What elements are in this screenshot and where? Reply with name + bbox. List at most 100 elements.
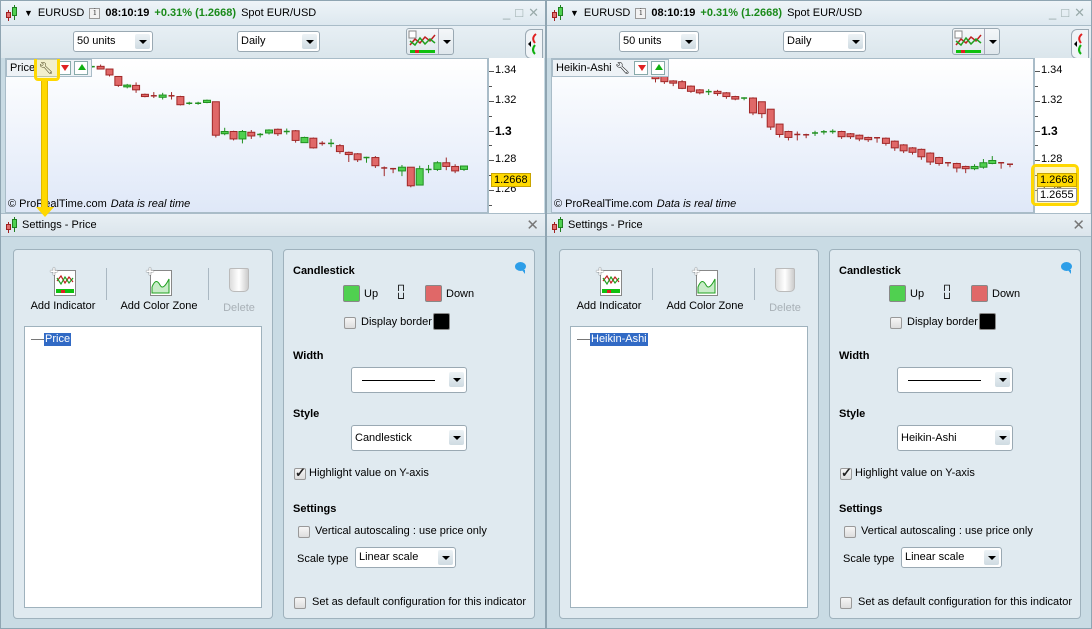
- move-down-icon[interactable]: [633, 61, 648, 75]
- move-up-icon[interactable]: [650, 61, 665, 75]
- chevron-down-icon[interactable]: [449, 372, 464, 387]
- move-up-icon[interactable]: [74, 61, 89, 75]
- add-color-zone-button[interactable]: + Add Color Zone: [664, 264, 746, 312]
- info-icon[interactable]: i: [89, 7, 101, 19]
- settings-title: Settings - Price: [568, 219, 643, 231]
- help-bubble-icon[interactable]: [515, 262, 526, 274]
- down-color-swatch[interactable]: [971, 285, 988, 302]
- info-icon[interactable]: i: [635, 7, 647, 19]
- timeframe-select[interactable]: Daily: [783, 31, 866, 52]
- side-panel-toggle[interactable]: [1071, 29, 1089, 59]
- side-panel-toggle[interactable]: [525, 29, 543, 59]
- maximize-icon[interactable]: □: [1061, 6, 1069, 19]
- candle: [935, 156, 944, 166]
- maximize-icon[interactable]: □: [515, 6, 523, 19]
- vertical-autoscaling-checkbox[interactable]: [298, 526, 310, 538]
- symbol-label[interactable]: EURUSD: [38, 7, 84, 19]
- wrench-highlight-annotation: [34, 59, 60, 81]
- candle: [211, 101, 220, 138]
- add-indicator-toolbar-button[interactable]: [952, 28, 1000, 55]
- chevron-down-icon[interactable]: [302, 34, 317, 49]
- units-select[interactable]: 50 units: [73, 31, 153, 52]
- chevron-down-icon[interactable]: [989, 40, 997, 44]
- candlestick-chart: [9, 64, 468, 188]
- price-chart[interactable]: Price 🔧︎ © ProRealTime.com Data is real t…: [5, 58, 488, 213]
- close-icon[interactable]: ✕: [528, 6, 539, 19]
- add-indicator-toolbar-button[interactable]: [406, 28, 454, 55]
- candle-body: [140, 93, 149, 98]
- y-axis[interactable]: 1.34 1.32 1.3 1.28 1.26 1.2668: [488, 58, 544, 213]
- candle-body: [123, 84, 132, 88]
- up-color-swatch[interactable]: [889, 285, 906, 302]
- chevron-down-icon[interactable]: [995, 430, 1010, 445]
- scale-type-select[interactable]: Linear scale: [901, 547, 1002, 568]
- chevron-down-icon[interactable]: [438, 550, 453, 565]
- tree-item[interactable]: Heikin-Ashi: [577, 333, 648, 346]
- delete-button[interactable]: Delete: [218, 266, 260, 314]
- chevron-down-icon[interactable]: [443, 40, 451, 44]
- symbol-menu-arrow-icon[interactable]: ▼: [570, 8, 579, 18]
- close-icon[interactable]: ✕: [1074, 6, 1085, 19]
- chevron-down-icon[interactable]: [135, 34, 150, 49]
- vertical-autoscaling-checkbox[interactable]: [844, 526, 856, 538]
- minimize-icon[interactable]: _: [503, 6, 510, 19]
- indicator-chart-icon: [954, 30, 982, 53]
- y-axis[interactable]: 1.341.321.31.281.261.26681.2655: [1031, 58, 1090, 213]
- add-indicator-icon: +: [48, 264, 78, 296]
- indicator-tree: Price: [24, 326, 262, 608]
- link-colors-icon[interactable]: ⊓ ⊔: [943, 284, 951, 302]
- add-indicator-button[interactable]: + Add Indicator: [576, 264, 642, 312]
- style-select[interactable]: Heikin-Ashi: [897, 425, 1013, 451]
- tree-item[interactable]: Price: [31, 333, 72, 346]
- set-default-checkbox[interactable]: [840, 597, 852, 609]
- up-color-swatch[interactable]: [343, 285, 360, 302]
- candle-body: [273, 128, 282, 135]
- help-bubble-icon[interactable]: [1061, 262, 1072, 274]
- delete-label: Delete: [223, 302, 255, 314]
- scale-type-select[interactable]: Linear scale: [355, 547, 456, 568]
- add-indicator-button[interactable]: + Add Indicator: [30, 264, 96, 312]
- width-select[interactable]: [351, 367, 467, 393]
- candle-body: [371, 157, 380, 167]
- toolbar-separator: [106, 268, 107, 300]
- candle: [979, 159, 988, 169]
- border-color-swatch[interactable]: [433, 313, 450, 330]
- delete-button[interactable]: Delete: [764, 266, 806, 314]
- candle: [283, 128, 290, 135]
- border-color-swatch[interactable]: [979, 313, 996, 330]
- symbol-menu-arrow-icon[interactable]: ▼: [24, 8, 33, 18]
- chevron-down-icon[interactable]: [848, 34, 863, 49]
- link-colors-icon[interactable]: ⊓ ⊔: [397, 284, 405, 302]
- chevron-down-icon[interactable]: [681, 34, 696, 49]
- heikin-ashi-chart[interactable]: Heikin-Ashi 🔧︎ © ProRealTime.com Data is …: [551, 58, 1034, 213]
- set-default-checkbox[interactable]: [294, 597, 306, 609]
- timeframe-select[interactable]: Daily: [237, 31, 320, 52]
- minimize-icon[interactable]: _: [1049, 6, 1056, 19]
- settings-titlebar: Settings - Price ✕: [1, 213, 545, 237]
- add-color-zone-button[interactable]: + Add Color Zone: [118, 264, 200, 312]
- symbol-label[interactable]: EURUSD: [584, 7, 630, 19]
- width-select[interactable]: [897, 367, 1013, 393]
- style-select[interactable]: Candlestick: [351, 425, 467, 451]
- close-settings-icon[interactable]: ✕: [526, 216, 539, 234]
- candle-body: [935, 157, 944, 164]
- add-color-zone-label: Add Color Zone: [666, 300, 744, 312]
- candle: [442, 157, 451, 171]
- display-border-checkbox[interactable]: [890, 317, 902, 329]
- wrench-icon[interactable]: 🔧︎: [615, 61, 631, 75]
- tree-item-label[interactable]: Price: [44, 333, 72, 346]
- units-select[interactable]: 50 units: [619, 31, 699, 52]
- line-width-preview: [362, 380, 435, 381]
- chevron-down-icon[interactable]: [995, 372, 1010, 387]
- close-settings-icon[interactable]: ✕: [1072, 216, 1085, 234]
- down-color-swatch[interactable]: [425, 285, 442, 302]
- scale-type-label: Scale type: [297, 553, 349, 565]
- chevron-down-icon[interactable]: [984, 550, 999, 565]
- candle-body: [669, 80, 678, 84]
- display-border-checkbox[interactable]: [344, 317, 356, 329]
- highlight-y-axis-checkbox[interactable]: [294, 465, 306, 481]
- tree-item-label[interactable]: Heikin-Ashi: [590, 333, 648, 346]
- candle: [328, 138, 335, 148]
- highlight-y-axis-checkbox[interactable]: [840, 465, 852, 481]
- chevron-down-icon[interactable]: [449, 430, 464, 445]
